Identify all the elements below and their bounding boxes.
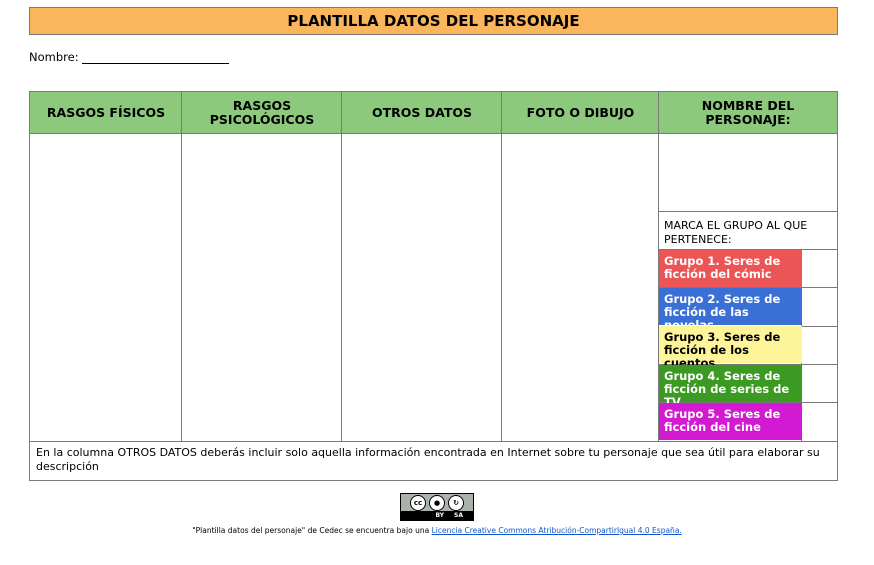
- group-2-cell: Grupo 2. Seres de ficción de las novelas: [659, 288, 802, 332]
- column-header-nombre-personaje: NOMBRE DEL PERSONAJE:: [659, 92, 837, 133]
- group-4-cell: Grupo 4. Seres de ficción de series de T…: [659, 365, 802, 409]
- license-text: "Plantilla datos del personaje" de Cedec…: [0, 526, 874, 535]
- title-text: PLANTILLA DATOS DEL PERSONAJE: [287, 12, 580, 30]
- column-header-label: RASGOS FÍSICOS: [46, 104, 166, 120]
- note-divider: [30, 441, 837, 442]
- page-title: PLANTILLA DATOS DEL PERSONAJE: [29, 7, 838, 35]
- column-header-label: FOTO O DIBUJO: [526, 104, 635, 120]
- column-header-otros-datos: OTROS DATOS: [342, 92, 502, 133]
- badge-strip: BY SA: [401, 511, 473, 520]
- attribution-person-icon: ●: [429, 495, 445, 511]
- group-1-cell: Grupo 1. Seres de ficción del cómic: [659, 250, 802, 287]
- instructions-note: En la columna OTROS DATOS deberás inclui…: [36, 446, 820, 473]
- column-divider: [341, 92, 342, 442]
- badge-sa-label: SA: [454, 512, 463, 519]
- character-table: RASGOS FÍSICOS RASGOS PSICOLÓGICOS OTROS…: [29, 91, 838, 481]
- badge-by-label: BY: [435, 512, 445, 519]
- share-alike-icon: ↻: [448, 495, 464, 511]
- group-3-cell: Grupo 3. Seres de ficción de los cuentos: [659, 326, 802, 370]
- nombre-field: Nombre:: [29, 50, 229, 64]
- column-divider: [181, 92, 182, 442]
- column-header-foto-dibujo: FOTO O DIBUJO: [502, 92, 659, 133]
- column-header-label: NOMBRE DEL PERSONAJE:: [701, 97, 795, 127]
- row-divider: [659, 211, 837, 212]
- column-header-rasgos-psicologicos: RASGOS PSICOLÓGICOS: [182, 92, 342, 133]
- column-header-label: RASGOS PSICOLÓGICOS: [209, 97, 315, 127]
- column-header-rasgos-fisicos: RASGOS FÍSICOS: [30, 92, 182, 133]
- nombre-blank-line: [81, 51, 229, 64]
- license-prefix: "Plantilla datos del personaje" de Cedec…: [192, 526, 432, 535]
- license-link[interactable]: Licencia Creative Commons Atribución-Com…: [432, 526, 682, 535]
- license-footer: cc ● ↻ BY SA "Plantilla datos del person…: [0, 493, 874, 535]
- group-label: Grupo 1. Seres de ficción del cómic: [664, 254, 781, 281]
- column-header-label: OTROS DATOS: [372, 104, 472, 120]
- nombre-label: Nombre:: [29, 50, 79, 64]
- cc-icon: cc: [410, 495, 426, 511]
- group-5-cell: Grupo 5. Seres de ficción del cine: [659, 403, 802, 440]
- cc-by-sa-badge-icon: cc ● ↻ BY SA: [400, 493, 474, 521]
- column-divider: [501, 92, 502, 442]
- group-label: Grupo 5. Seres de ficción del cine: [664, 407, 781, 434]
- marca-grupo-label: MARCA EL GRUPO AL QUE PERTENECE:: [664, 219, 808, 246]
